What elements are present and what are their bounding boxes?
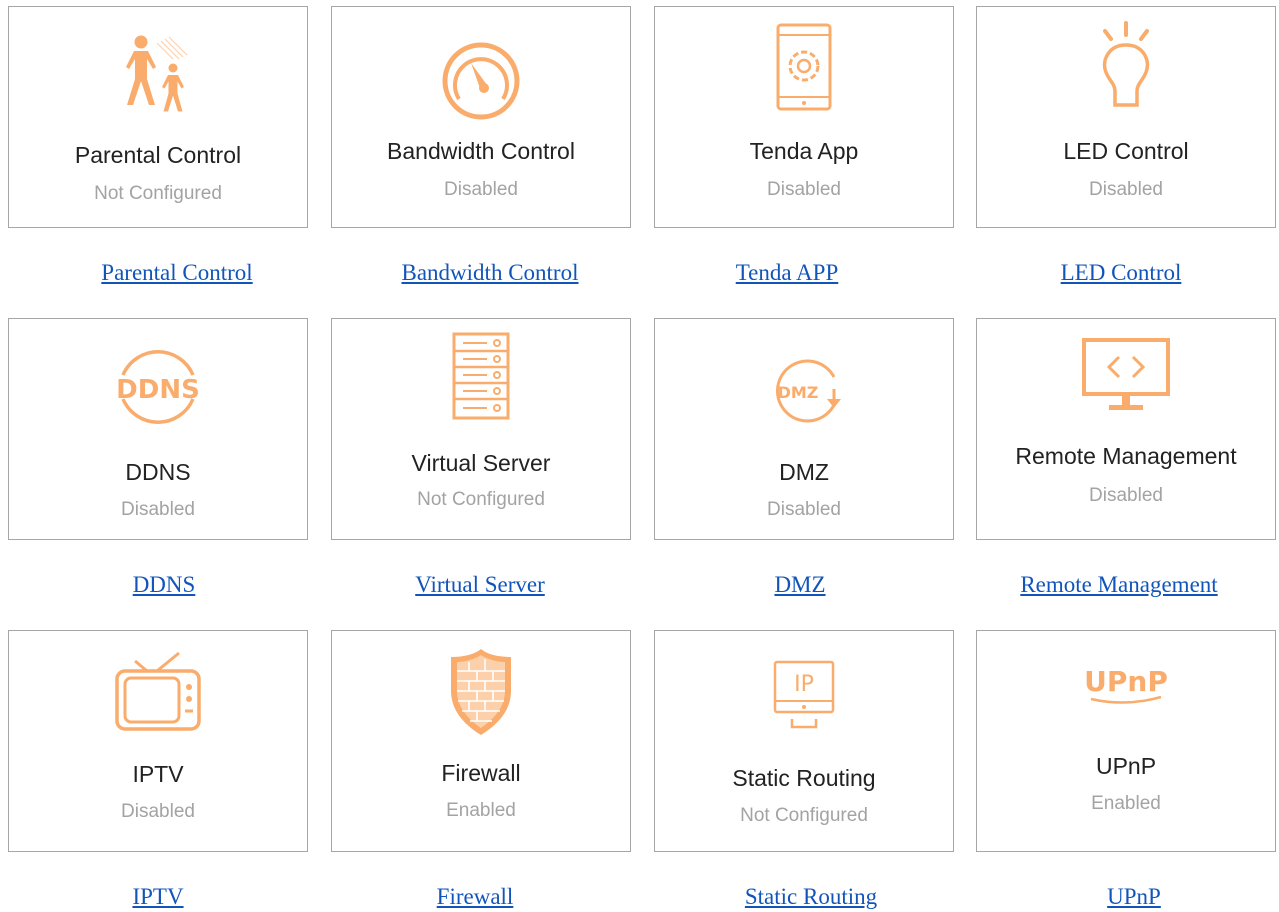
link-firewall[interactable]: Firewall xyxy=(325,884,625,910)
ip-icon-text: IP xyxy=(794,672,814,697)
upnp-icon-text: UPnP xyxy=(1084,665,1168,698)
tile-status: Enabled xyxy=(1091,793,1161,814)
tile-status: Enabled xyxy=(446,800,516,821)
tile-title: Tenda App xyxy=(749,138,859,164)
tv-icon xyxy=(113,651,203,735)
link-upnp[interactable]: UPnP xyxy=(984,884,1279,910)
link-parental-control[interactable]: Parental Control xyxy=(27,260,327,286)
tile-bandwidth-control[interactable]: Bandwidth Control Disabled xyxy=(331,6,631,228)
link-led-control[interactable]: LED Control xyxy=(971,260,1271,286)
tile-ddns[interactable]: DDNS DDNS Disabled xyxy=(8,318,308,540)
tile-iptv[interactable]: IPTV Disabled xyxy=(8,630,308,852)
tile-title: IPTV xyxy=(132,761,184,787)
tile-title: Remote Management xyxy=(1015,443,1237,469)
tile-title: DMZ xyxy=(779,459,829,485)
tile-title: Bandwidth Control xyxy=(387,138,575,164)
dmz-icon-text: DMZ xyxy=(778,383,819,402)
tile-upnp[interactable]: UPnP UPnP Enabled xyxy=(976,630,1276,852)
server-rack-icon xyxy=(451,331,511,423)
tile-title: Parental Control xyxy=(74,142,242,168)
speedometer-icon xyxy=(441,41,521,121)
tile-title: DDNS xyxy=(125,459,191,485)
tile-led-control[interactable]: LED Control Disabled xyxy=(976,6,1276,228)
tile-status: Not Configured xyxy=(417,489,545,510)
tile-dmz[interactable]: DMZ DMZ Disabled xyxy=(654,318,954,540)
link-virtual-server[interactable]: Virtual Server xyxy=(330,572,630,598)
shield-brick-icon xyxy=(446,647,516,737)
tile-title: LED Control xyxy=(1063,138,1189,164)
phone-gear-icon xyxy=(774,23,834,113)
tile-status: Disabled xyxy=(121,801,195,822)
tile-status: Not Configured xyxy=(740,805,868,826)
tile-tenda-app[interactable]: Tenda App Disabled xyxy=(654,6,954,228)
link-remote-management[interactable]: Remote Management xyxy=(969,572,1269,598)
ddns-icon-text: DDNS xyxy=(116,375,200,405)
tile-static-routing[interactable]: IP Static Routing Not Configured xyxy=(654,630,954,852)
ddns-icon: DDNS xyxy=(113,341,203,433)
tile-status: Not Configured xyxy=(94,183,222,204)
tile-title: Static Routing xyxy=(732,765,876,791)
tile-title: UPnP xyxy=(1095,753,1157,779)
tile-status: Disabled xyxy=(1089,179,1163,200)
tile-status: Disabled xyxy=(121,499,195,520)
lightbulb-icon xyxy=(1091,21,1161,111)
tile-status: Disabled xyxy=(444,179,518,200)
tile-parental-control[interactable]: Parental Control Not Configured xyxy=(8,6,308,228)
tile-remote-management[interactable]: Remote Management Disabled xyxy=(976,318,1276,540)
tile-virtual-server[interactable]: Virtual Server Not Configured xyxy=(331,318,631,540)
tile-status: Disabled xyxy=(767,499,841,520)
link-static-routing[interactable]: Static Routing xyxy=(661,884,961,910)
link-dmz[interactable]: DMZ xyxy=(650,572,950,598)
monitor-ip-icon: IP xyxy=(772,659,836,735)
tile-title: Virtual Server xyxy=(411,450,551,476)
link-bandwidth-control[interactable]: Bandwidth Control xyxy=(340,260,640,286)
tile-status: Disabled xyxy=(1089,485,1163,506)
tile-firewall[interactable]: Firewall Enabled xyxy=(331,630,631,852)
link-ddns[interactable]: DDNS xyxy=(14,572,314,598)
parent-child-icon xyxy=(121,33,195,113)
tile-status: Disabled xyxy=(767,179,841,200)
link-tenda-app[interactable]: Tenda APP xyxy=(637,260,937,286)
monitor-code-icon xyxy=(1081,337,1171,413)
dmz-icon: DMZ xyxy=(764,359,844,423)
link-iptv[interactable]: IPTV xyxy=(8,884,308,910)
tile-title: Firewall xyxy=(441,760,521,786)
upnp-icon: UPnP xyxy=(1081,661,1171,705)
